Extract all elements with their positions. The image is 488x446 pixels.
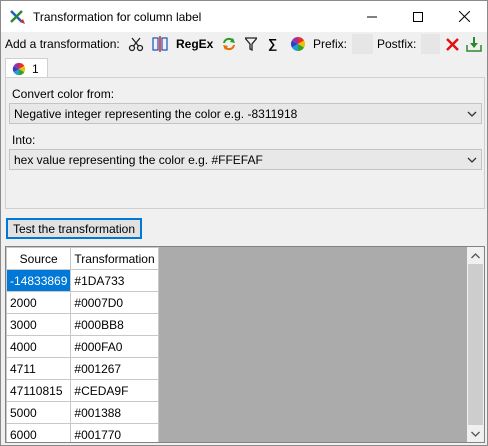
source-cell[interactable]: 5000: [6, 401, 72, 424]
split-columns-icon: [152, 36, 168, 52]
transformation-cell[interactable]: #000BB8: [70, 313, 159, 336]
vertical-scrollbar[interactable]: [467, 247, 484, 442]
sum-button[interactable]: ∑: [268, 36, 277, 51]
filter-button[interactable]: [243, 35, 259, 53]
color-wheel-icon: [12, 62, 26, 76]
transformation-cell[interactable]: #001770: [70, 423, 159, 442]
maximize-icon: [413, 11, 423, 22]
source-cell[interactable]: 6000: [6, 423, 72, 442]
maximize-button[interactable]: [395, 1, 441, 32]
results-grid[interactable]: Source Transformation -14833869 #1DA733 …: [5, 246, 485, 443]
prefix-label: Prefix:: [313, 37, 348, 51]
window-title: Transformation for column label: [33, 10, 202, 24]
convert-from-select[interactable]: Negative integer representing the color …: [9, 103, 482, 124]
source-cell[interactable]: 3000: [6, 313, 72, 336]
transform-app-icon: [9, 8, 27, 26]
chevron-down-icon: [467, 111, 477, 117]
convert-from-label: Convert color from:: [12, 87, 115, 101]
chevron-down-icon: [467, 157, 477, 163]
tab-label: 1: [32, 62, 39, 76]
transformation-cell[interactable]: #CEDA9F: [70, 379, 159, 402]
results-table: Source Transformation -14833869 #1DA733 …: [6, 247, 159, 442]
transformation-cell[interactable]: #001267: [70, 357, 159, 380]
table-header-row: Source Transformation: [6, 247, 159, 270]
transformation-cell[interactable]: #0007D0: [70, 291, 159, 314]
postfix-input[interactable]: [421, 34, 440, 54]
header-source[interactable]: Source: [6, 247, 72, 270]
regex-button[interactable]: RegEx: [176, 37, 213, 51]
table-row[interactable]: 3000 #000BB8: [6, 313, 159, 336]
split-button[interactable]: [151, 35, 169, 53]
table-row[interactable]: 4000 #000FA0: [6, 335, 159, 358]
scissors-icon: [128, 37, 144, 52]
remove-transformation-button[interactable]: [443, 35, 461, 53]
test-transformation-button[interactable]: Test the transformation: [6, 218, 142, 239]
table-row[interactable]: 4711 #001267: [6, 357, 159, 380]
replace-button[interactable]: [220, 35, 238, 53]
header-transformation[interactable]: Transformation: [70, 247, 159, 270]
table-row[interactable]: 5000 #001388: [6, 401, 159, 424]
close-window-button[interactable]: [441, 1, 487, 32]
table-row[interactable]: 2000 #0007D0: [6, 291, 159, 314]
transformation-toolbar: Add a transformation: RegEx ∑ Prefix: Po…: [1, 32, 487, 56]
transformation-cell[interactable]: #001388: [70, 401, 159, 424]
color-wheel-icon: [291, 37, 305, 51]
into-value: hex value representing the color e.g. #F…: [14, 153, 263, 167]
cut-button[interactable]: [127, 35, 145, 53]
minimize-button[interactable]: [349, 1, 395, 32]
scroll-down-button[interactable]: [467, 425, 484, 442]
minimize-icon: [367, 16, 377, 17]
transformation-cell[interactable]: #1DA733: [70, 269, 159, 292]
replace-arrows-icon: [223, 37, 235, 51]
transformation-window: Transformation for column label Add a tr…: [0, 0, 488, 446]
transformation-cell[interactable]: #000FA0: [70, 335, 159, 358]
scroll-up-button[interactable]: [467, 247, 484, 264]
prefix-input[interactable]: [352, 34, 373, 54]
save-transformation-button[interactable]: [465, 35, 483, 53]
table-row[interactable]: -14833869 #1DA733: [6, 269, 159, 292]
transformation-panel: Convert color from: Negative integer rep…: [5, 77, 485, 209]
chevron-down-icon: [471, 431, 480, 437]
save-tray-icon: [466, 37, 482, 52]
table-row[interactable]: 6000 #001770: [6, 423, 159, 442]
source-cell[interactable]: 2000: [6, 291, 72, 314]
title-bar: Transformation for column label: [1, 1, 487, 32]
source-cell[interactable]: 47110815: [6, 379, 72, 402]
chevron-up-icon: [471, 252, 480, 258]
tab-transformation-1[interactable]: 1: [5, 58, 48, 78]
into-select[interactable]: hex value representing the color e.g. #F…: [9, 149, 482, 170]
convert-from-value: Negative integer representing the color …: [14, 107, 298, 121]
filter-icon: [245, 37, 257, 51]
source-cell[interactable]: 4000: [6, 335, 72, 358]
into-label: Into:: [12, 133, 36, 147]
postfix-label: Postfix:: [377, 37, 417, 51]
source-cell[interactable]: 4711: [6, 357, 72, 380]
table-row[interactable]: 47110815 #CEDA9F: [6, 379, 159, 402]
delete-x-icon: [445, 37, 459, 51]
scroll-thumb[interactable]: [468, 264, 483, 425]
close-icon: [458, 11, 470, 22]
add-transformation-label: Add a transformation:: [5, 37, 120, 51]
source-cell[interactable]: -14833869: [6, 269, 72, 292]
color-button[interactable]: [289, 35, 307, 53]
